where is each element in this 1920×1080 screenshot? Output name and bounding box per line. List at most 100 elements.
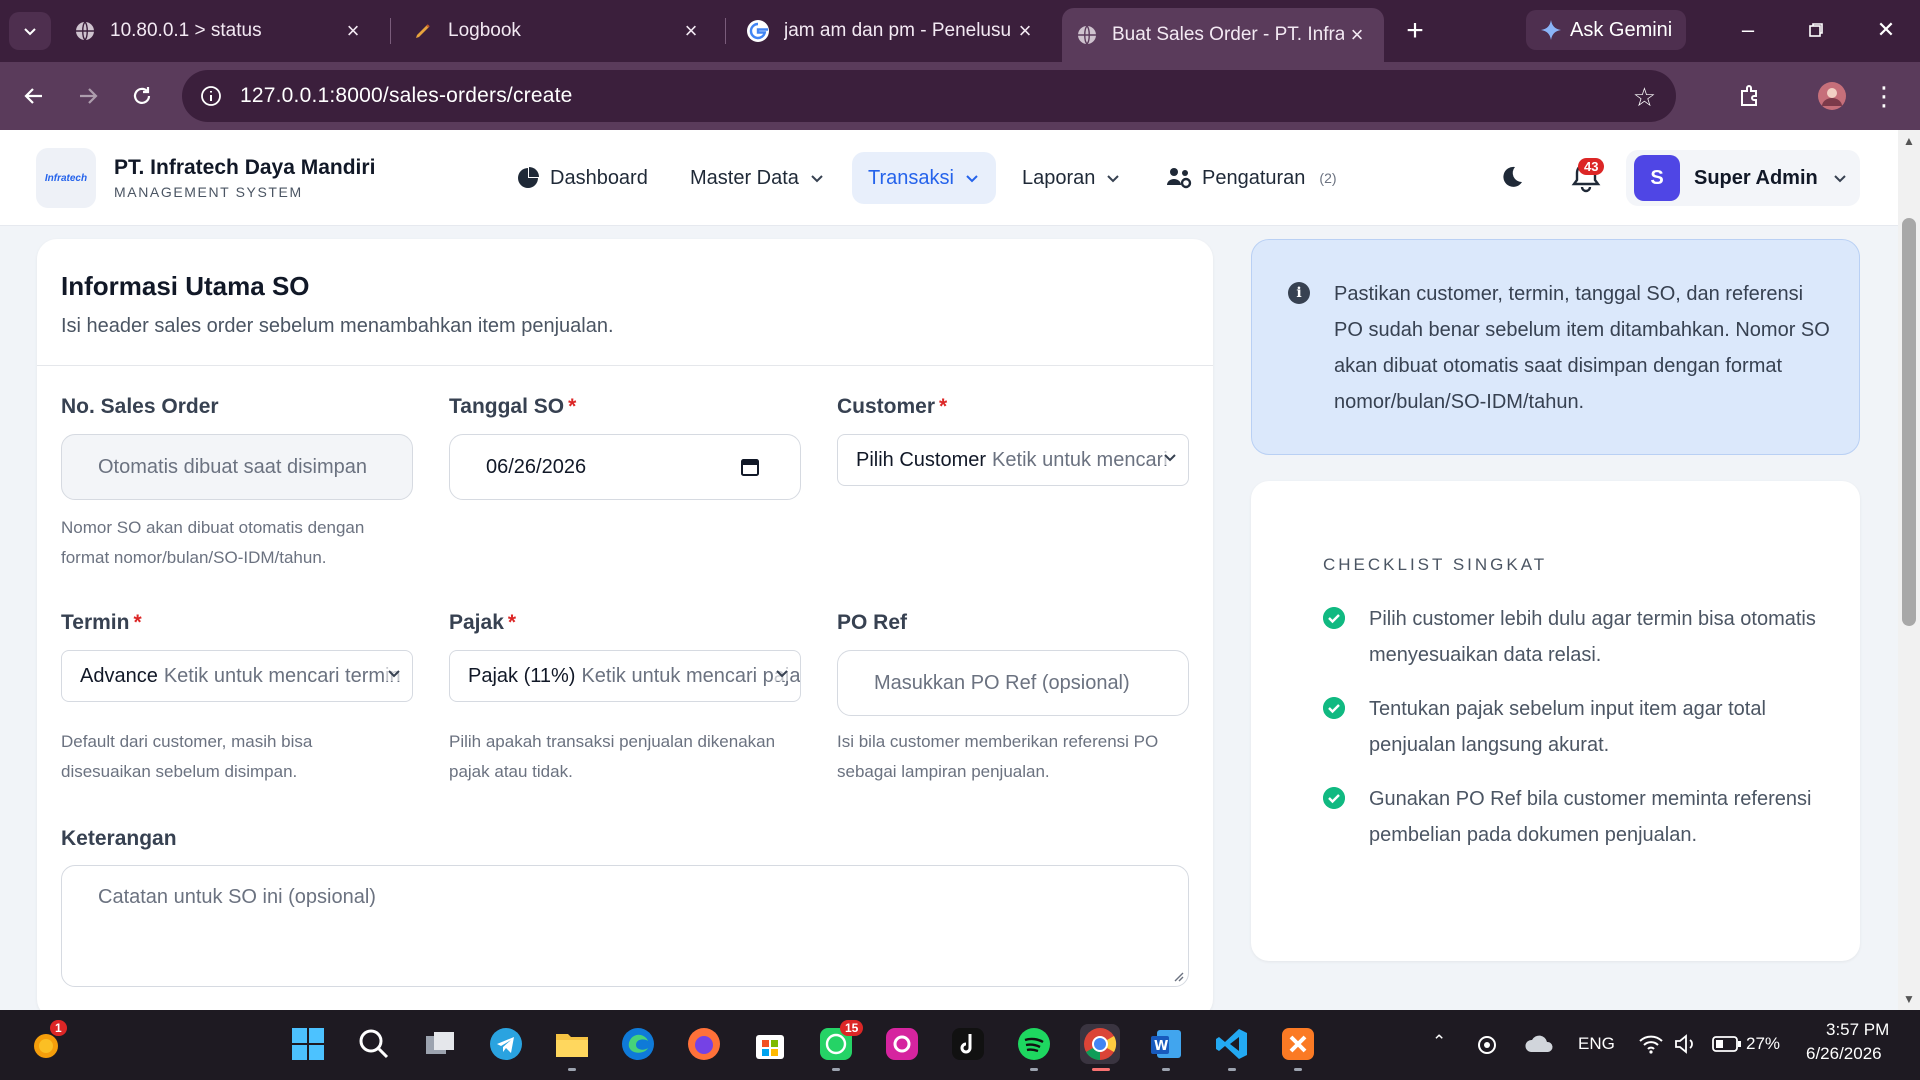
termin-value: Advance (80, 664, 158, 687)
tab-search-button[interactable] (9, 12, 51, 50)
chevron-down-icon (774, 665, 790, 681)
scrollbar-thumb[interactable] (1902, 218, 1916, 626)
browser-tab[interactable]: Logbook × (398, 8, 718, 54)
close-icon[interactable]: × (678, 18, 704, 44)
instagram-icon[interactable] (882, 1024, 922, 1064)
resize-handle-icon[interactable] (1172, 970, 1184, 982)
language-indicator[interactable]: ENG (1578, 1034, 1615, 1054)
keterangan-placeholder: Catatan untuk SO ini (opsional) (98, 886, 376, 908)
xampp-icon[interactable] (1278, 1024, 1318, 1064)
nav-laporan[interactable]: Laporan (1006, 152, 1137, 204)
customer-placeholder: Ketik untuk mencari (992, 448, 1168, 471)
nav-pengaturan[interactable]: Pengaturan (2) (1150, 152, 1353, 204)
file-explorer-icon[interactable] (552, 1024, 592, 1064)
extensions-icon[interactable] (1732, 78, 1768, 114)
new-tab-button[interactable]: + (1398, 14, 1432, 48)
termin-select[interactable]: Advance Ketik untuk mencari termin (61, 650, 413, 702)
keterangan-label: Keterangan (61, 827, 177, 850)
tab-divider (725, 18, 726, 44)
browser-tab[interactable]: jam am dan pm - Penelusuran × (732, 8, 1052, 54)
checklist-text: Gunakan PO Ref bila customer meminta ref… (1369, 788, 1812, 846)
microsoft-store-icon[interactable] (750, 1024, 790, 1064)
scroll-up-icon[interactable]: ▲ (1902, 134, 1916, 148)
restore-icon[interactable] (1790, 10, 1842, 50)
nav-transaksi[interactable]: Transaksi (852, 152, 996, 204)
browser-tab-active[interactable]: Buat Sales Order - PT. Infratech × (1062, 8, 1384, 62)
start-button[interactable] (288, 1024, 328, 1064)
scroll-down-icon[interactable]: ▼ (1902, 992, 1916, 1006)
card-subtitle: Isi header sales order sebelum menambahk… (61, 315, 614, 337)
wifi-icon[interactable] (1636, 1024, 1666, 1064)
bookmark-star-icon[interactable]: ☆ (1633, 82, 1656, 113)
ask-gemini-button[interactable]: Ask Gemini (1526, 10, 1686, 50)
close-icon[interactable]: × (340, 18, 366, 44)
browser-menu-icon[interactable]: ⋮ (1866, 78, 1902, 114)
nav-label: Transaksi (868, 166, 954, 189)
word-icon[interactable]: W (1146, 1024, 1186, 1064)
vscode-icon[interactable] (1212, 1024, 1252, 1064)
po-ref-placeholder: Masukkan PO Ref (opsional) (874, 671, 1130, 694)
pen-icon (416, 24, 430, 38)
po-ref-input[interactable]: Masukkan PO Ref (opsional) (837, 650, 1189, 716)
sync-icon[interactable] (1472, 1024, 1502, 1064)
address-bar[interactable]: 127.0.0.1:8000/sales-orders/create ☆ (182, 70, 1676, 122)
back-icon[interactable] (16, 78, 52, 114)
task-view-icon[interactable] (420, 1024, 460, 1064)
chrome-icon[interactable] (1080, 1024, 1120, 1064)
tiktok-icon[interactable] (948, 1024, 988, 1064)
windows-icon (292, 1028, 324, 1060)
dark-mode-toggle[interactable] (1498, 164, 1528, 194)
reload-icon[interactable] (124, 78, 160, 114)
info-text: Pastikan customer, termin, tanggal SO, d… (1334, 283, 1830, 413)
running-indicator (832, 1068, 840, 1071)
checklist-text: Pilih customer lebih dulu agar termin bi… (1369, 608, 1816, 666)
chevron-down-icon (24, 28, 36, 36)
telegram-icon[interactable] (486, 1024, 526, 1064)
chevron-down-icon (1162, 449, 1178, 465)
nav-master-data[interactable]: Master Data (674, 152, 841, 204)
clock-time[interactable]: 3:57 PM (1826, 1020, 1889, 1040)
browser-tab[interactable]: 10.80.0.1 > status × (60, 8, 380, 54)
forward-icon[interactable] (70, 78, 106, 114)
user-menu[interactable]: S Super Admin (1626, 150, 1860, 206)
tanggal-so-input[interactable]: 06/26/2026 (449, 434, 801, 500)
chevron-down-icon (811, 175, 823, 183)
info-icon[interactable] (200, 85, 222, 107)
no-so-label: No. Sales Order (61, 395, 219, 418)
close-icon[interactable]: × (1344, 22, 1370, 48)
nav-label: Laporan (1022, 166, 1096, 189)
onedrive-icon[interactable] (1522, 1024, 1556, 1064)
google-icon (747, 20, 769, 42)
pajak-placeholder: Ketik untuk mencari pajak (581, 664, 801, 687)
notification-badge: 43 (1578, 158, 1605, 175)
volume-icon[interactable] (1670, 1024, 1700, 1064)
close-icon[interactable]: × (1012, 18, 1038, 44)
minimize-icon[interactable]: – (1722, 10, 1774, 50)
globe-icon (1078, 25, 1096, 45)
pajak-help: Pilih apakah transaksi penjualan dikenak… (449, 732, 776, 781)
clock-date[interactable]: 6/26/2026 (1806, 1044, 1882, 1064)
spotify-icon[interactable] (1014, 1024, 1054, 1064)
sparkle-icon (1541, 20, 1561, 40)
keterangan-textarea[interactable]: Catatan untuk SO ini (opsional) (61, 865, 1189, 987)
calendar-icon[interactable] (740, 457, 760, 477)
so-header-card: Informasi Utama SO Isi header sales orde… (37, 239, 1213, 1019)
nav-dashboard[interactable]: Dashboard (500, 152, 664, 204)
edge-icon[interactable] (618, 1024, 658, 1064)
battery-icon[interactable] (1710, 1024, 1744, 1064)
running-indicator (1162, 1068, 1170, 1071)
moon-icon (1503, 166, 1522, 187)
check-circle-icon (1323, 787, 1345, 809)
close-window-icon[interactable]: ✕ (1860, 10, 1912, 50)
customer-select[interactable]: Pilih Customer Ketik untuk mencari (837, 434, 1189, 486)
search-icon[interactable] (354, 1024, 394, 1064)
po-ref-help: Isi bila customer memberikan referensi P… (837, 732, 1159, 781)
pajak-select[interactable]: Pajak (11%) Ketik untuk mencari pajak (449, 650, 801, 702)
firefox-icon[interactable] (684, 1024, 724, 1064)
app-header: Infratech PT. Infratech Daya Mandiri MAN… (0, 130, 1898, 226)
url-text: 127.0.0.1:8000/sales-orders/create (240, 84, 573, 107)
profile-avatar-icon[interactable] (1814, 78, 1850, 114)
tray-overflow-icon[interactable]: ⌃ (1432, 1032, 1446, 1052)
company-logo[interactable]: Infratech (36, 148, 96, 208)
chevron-down-icon (1107, 175, 1120, 183)
